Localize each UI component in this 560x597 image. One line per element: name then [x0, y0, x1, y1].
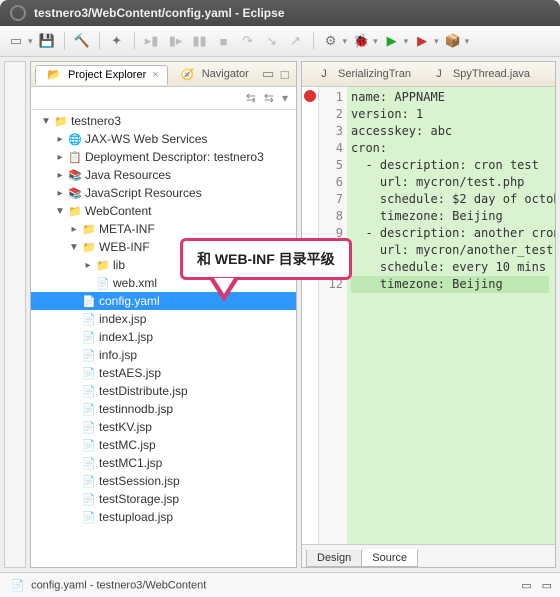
tab-source[interactable]: Source [361, 549, 418, 567]
server-icon[interactable]: ⚙ [321, 31, 341, 51]
view-menu-icon[interactable]: ▾ [282, 91, 288, 105]
navigator-icon: 🧭 [181, 67, 195, 81]
save-icon[interactable]: 💾 [37, 31, 57, 51]
tree-file[interactable]: 📄testinnodb.jsp [31, 400, 296, 418]
debug-stepover-icon[interactable]: ↷ [238, 31, 258, 51]
maximize-icon[interactable]: □ [277, 64, 292, 84]
project-explorer-pane: 📂 Project Explorer × 🧭 Navigator ▭ □ ⇆ ⇆… [30, 61, 297, 568]
error-marker-icon[interactable] [304, 90, 316, 102]
tab-navigator[interactable]: 🧭 Navigator [170, 65, 257, 83]
tab-design[interactable]: Design [306, 550, 362, 567]
status-icon[interactable]: ▭ [542, 579, 552, 592]
link-editor-icon[interactable]: ⇆ [264, 91, 274, 105]
debug-stop-icon[interactable]: ■ [214, 31, 234, 51]
external-tools-icon[interactable]: ▶ [412, 31, 432, 51]
project-icon: 📁 [54, 114, 68, 128]
tree-java-resources[interactable]: ▸📚Java Resources [31, 166, 296, 184]
jsp-file-icon: 📄 [82, 330, 96, 344]
tree-file[interactable]: 📄testDistribute.jsp [31, 382, 296, 400]
jsp-file-icon: 📄 [82, 384, 96, 398]
line-gutter: 123456789101112 [319, 87, 347, 544]
jsp-file-icon: 📄 [82, 402, 96, 416]
folder-icon: 📁 [68, 204, 82, 218]
debug-skip-icon[interactable]: ▸▮ [142, 31, 162, 51]
debug-pause-icon[interactable]: ▮▮ [190, 31, 210, 51]
java-file-icon: J [317, 67, 331, 81]
status-bar: 📄 config.yaml - testnero3/WebContent ▭ ▭ [0, 572, 560, 597]
folder-icon: 📁 [96, 258, 110, 272]
project-explorer-icon: 📂 [47, 68, 61, 82]
tree-metainf[interactable]: ▸📁META-INF [31, 220, 296, 238]
jsp-file-icon: 📄 [82, 510, 96, 524]
yaml-file-icon: 📄 [82, 294, 96, 308]
debug-stepinto-icon[interactable]: ↘ [262, 31, 282, 51]
window-title: testnero3/WebContent/config.yaml - Eclip… [34, 6, 285, 20]
tree-webcontent[interactable]: ▼📁WebContent [31, 202, 296, 220]
annotation-callout: 和 WEB-INF 目录平级 [180, 238, 352, 302]
tree-file[interactable]: 📄testStorage.jsp [31, 490, 296, 508]
xml-file-icon: 📄 [96, 276, 110, 290]
tree-file[interactable]: 📄testMC.jsp [31, 436, 296, 454]
window-titlebar: testnero3/WebContent/config.yaml - Eclip… [0, 0, 560, 26]
tree-js-resources[interactable]: ▸📚JavaScript Resources [31, 184, 296, 202]
tree-jaxws[interactable]: ▸🌐JAX-WS Web Services [31, 130, 296, 148]
jsp-file-icon: 📄 [82, 348, 96, 362]
project-tree[interactable]: ▼📁testnero3 ▸🌐JAX-WS Web Services ▸📋Depl… [31, 110, 296, 567]
package-icon[interactable]: 📦 [443, 31, 463, 51]
tree-file[interactable]: 📄testAES.jsp [31, 364, 296, 382]
jsp-file-icon: 📄 [82, 492, 96, 506]
folder-icon: 📁 [82, 240, 96, 254]
tree-file[interactable]: 📄index1.jsp [31, 328, 296, 346]
jsp-file-icon: 📄 [82, 312, 96, 326]
close-icon[interactable]: × [152, 69, 158, 81]
code-area[interactable]: name: APPNAMEversion: 1accesskey: abccro… [347, 87, 555, 544]
editor-tab-3[interactable]: JOp [540, 65, 556, 83]
java-file-icon: J [551, 67, 556, 81]
tree-project-root[interactable]: ▼📁testnero3 [31, 112, 296, 130]
tree-file[interactable]: 📄testSession.jsp [31, 472, 296, 490]
editor-tab-2[interactable]: JSpyThread.java [421, 65, 538, 83]
tab-project-explorer[interactable]: 📂 Project Explorer × [35, 65, 168, 85]
run-icon[interactable]: ▶ [382, 31, 402, 51]
folder-icon: 📁 [82, 222, 96, 236]
code-editor[interactable]: 123456789101112 name: APPNAMEversion: 1a… [302, 87, 555, 544]
tree-file[interactable]: 📄index.jsp [31, 310, 296, 328]
hammer-icon[interactable]: 🔨 [72, 31, 92, 51]
jsp-file-icon: 📄 [82, 420, 96, 434]
wand-icon[interactable]: ✦ [107, 31, 127, 51]
java-icon: 📚 [68, 168, 82, 182]
left-trim [4, 61, 26, 568]
callout-text: 和 WEB-INF 目录平级 [197, 251, 335, 267]
debug-resume-icon[interactable]: ▮▸ [166, 31, 186, 51]
jsp-file-icon: 📄 [82, 474, 96, 488]
debug-stepout-icon[interactable]: ↗ [286, 31, 306, 51]
jsp-file-icon: 📄 [82, 456, 96, 470]
editor-tab-1[interactable]: JSerializingTran [306, 65, 419, 83]
editor-pane: JSerializingTran JSpyThread.java JOp 123… [301, 61, 556, 568]
tree-file[interactable]: 📄testMC1.jsp [31, 454, 296, 472]
js-icon: 📚 [68, 186, 82, 200]
tree-deploy-descriptor[interactable]: ▸📋Deployment Descriptor: testnero3 [31, 148, 296, 166]
tree-file[interactable]: 📄testupload.jsp [31, 508, 296, 526]
tree-file[interactable]: 📄testKV.jsp [31, 418, 296, 436]
tab-label: Navigator [202, 68, 249, 80]
yaml-file-icon: 📄 [11, 578, 25, 592]
status-icon[interactable]: ▭ [521, 579, 531, 592]
globe-icon: 🌐 [68, 132, 82, 146]
main-toolbar: ▭▾ 💾 🔨 ✦ ▸▮ ▮▸ ▮▮ ■ ↷ ↘ ↗ ⚙▾ 🐞▾ ▶▾ ▶▾ 📦▾ [0, 26, 560, 57]
bug-icon[interactable]: 🐞 [351, 31, 371, 51]
new-icon[interactable]: ▭ [6, 31, 26, 51]
marker-bar [302, 87, 319, 544]
jsp-file-icon: 📄 [82, 438, 96, 452]
minimize-icon[interactable]: ▭ [261, 64, 276, 84]
java-file-icon: J [432, 67, 446, 81]
collapse-all-icon[interactable]: ⇆ [246, 91, 256, 105]
tree-file[interactable]: 📄info.jsp [31, 346, 296, 364]
status-path: config.yaml - testnero3/WebContent [31, 580, 206, 592]
descriptor-icon: 📋 [68, 150, 82, 164]
jsp-file-icon: 📄 [82, 366, 96, 380]
tab-label: Project Explorer [68, 69, 146, 81]
